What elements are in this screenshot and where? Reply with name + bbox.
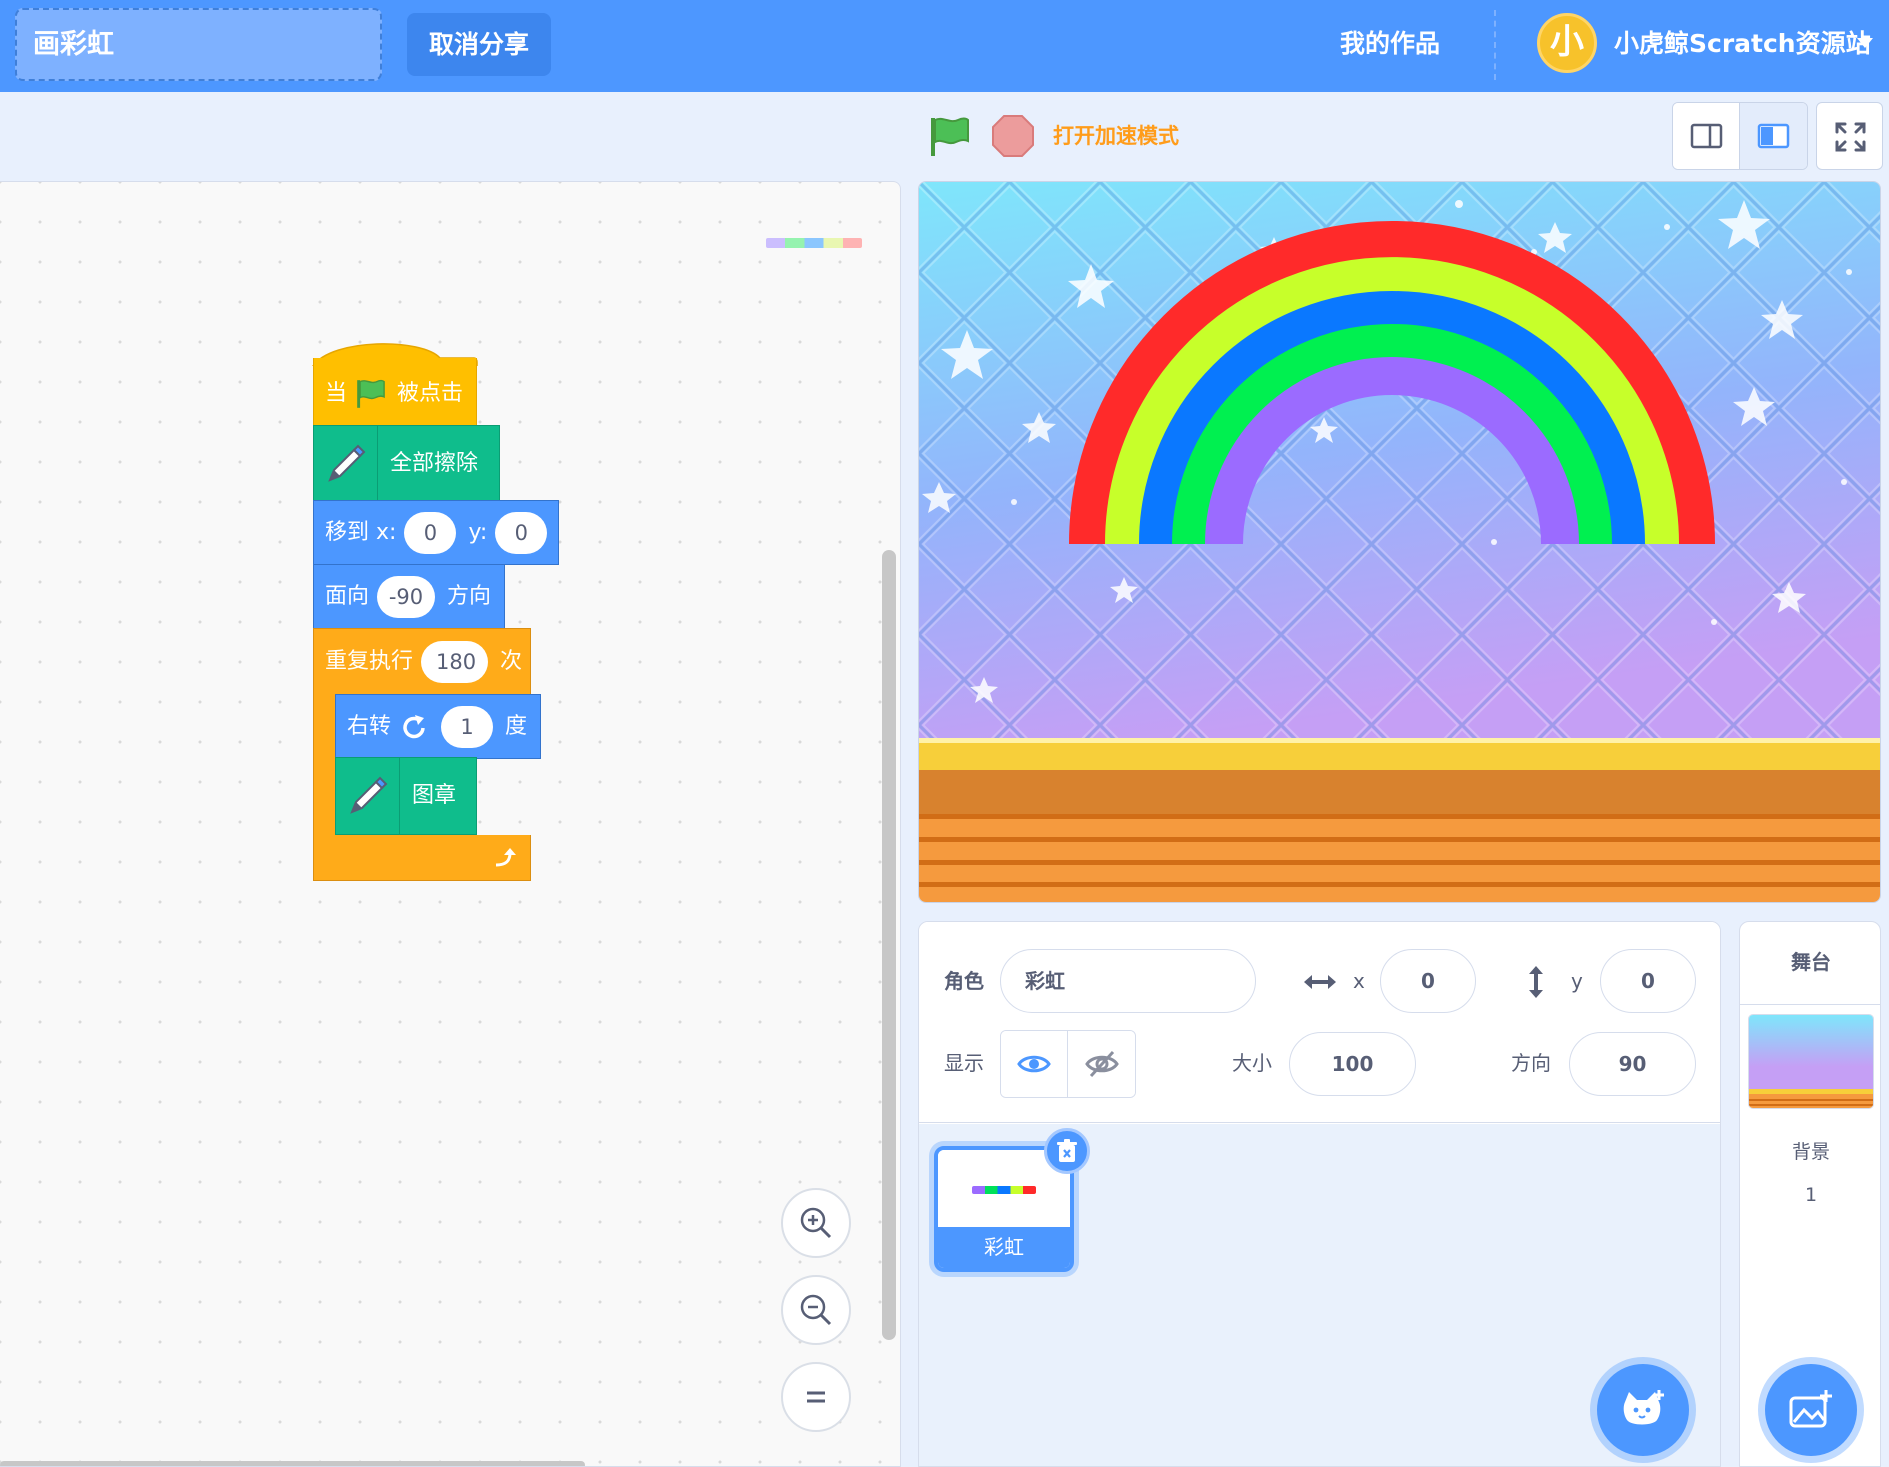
small-stage-button[interactable] [1673, 103, 1740, 169]
stage[interactable] [918, 181, 1881, 903]
repeat-block[interactable]: 重复执行 180 次 [313, 628, 531, 694]
stage-title[interactable]: 舞台 [1740, 922, 1880, 1005]
when-label: 当 [325, 380, 348, 406]
goto-y-input[interactable]: 0 [495, 511, 548, 554]
turn-right-block[interactable]: 右转 1 度 [335, 694, 541, 759]
fullscreen-button[interactable] [1816, 102, 1883, 170]
eye-icon [1017, 1055, 1051, 1073]
y-input[interactable]: 0 [1600, 949, 1696, 1013]
sprite-list: 彩虹 [919, 1124, 1720, 1466]
show-label: 显示 [944, 1051, 984, 1075]
chevron-down-icon[interactable] [1857, 38, 1873, 48]
visibility-toggle [1000, 1030, 1136, 1098]
avatar[interactable]: 小 [1537, 13, 1597, 73]
pen-icon [336, 758, 400, 834]
fullscreen-icon [1835, 122, 1866, 152]
backdrop-thumbnail[interactable] [1748, 1014, 1874, 1109]
erase-all-label: 全部擦除 [390, 451, 479, 476]
goto-xy-block[interactable]: 移到 x: 0 y: 0 [313, 500, 559, 565]
point-label: 面向 [325, 583, 370, 609]
stamp-label: 图章 [412, 783, 457, 808]
backdrop-label: 背景 [1791, 1141, 1830, 1163]
my-works-link[interactable]: 我的作品 [1340, 0, 1440, 92]
equals-icon [807, 1391, 825, 1403]
add-backdrop-button[interactable] [1765, 1364, 1857, 1456]
goto-label: 移到 x: [325, 519, 397, 545]
repeat-block-footer [313, 835, 531, 881]
menu-bar: 画彩虹 取消分享 我的作品 小 小虎鲸Scratch资源站 [0, 0, 1889, 92]
zoom-out-button[interactable] [781, 1275, 851, 1345]
goto-y-label: y: [468, 519, 488, 545]
horizontal-arrows-icon [1304, 975, 1336, 989]
clicked-label: 被点击 [397, 380, 464, 406]
direction-label: 方向 [1511, 1051, 1551, 1075]
stage-size-toggle [1672, 102, 1808, 170]
size-label: 大小 [1232, 1051, 1272, 1075]
direction-input[interactable]: 90 [1569, 1032, 1696, 1096]
zoom-in-button[interactable] [781, 1188, 851, 1258]
image-add-icon [1789, 1390, 1832, 1428]
repeat-label: 重复执行 [325, 648, 414, 674]
code-workspace[interactable]: 当 被点击 全部擦除 移到 x: 0 y: 0 面向 -90 方向 重复执行 1… [0, 181, 901, 1467]
trash-icon [1057, 1139, 1077, 1162]
direction-label: 方向 [447, 583, 492, 609]
delete-sprite-button[interactable] [1044, 1128, 1090, 1174]
large-stage-icon [1757, 123, 1790, 149]
point-direction-block[interactable]: 面向 -90 方向 [313, 564, 505, 629]
y-label: y [1571, 969, 1583, 993]
vertical-scrollbar[interactable] [882, 550, 896, 1340]
backdrop-count: 1 [1804, 1184, 1818, 1206]
project-title-input[interactable]: 画彩虹 [15, 8, 382, 81]
stage-canvas [919, 182, 1880, 902]
turbo-mode-link[interactable]: 打开加速模式 [1053, 118, 1179, 154]
times-label: 次 [499, 648, 522, 674]
degrees-label: 度 [505, 713, 528, 739]
hide-sprite-button[interactable] [1068, 1031, 1135, 1097]
green-flag-icon [357, 379, 385, 408]
repeat-block-arm [313, 693, 335, 848]
pen-icon [314, 426, 378, 502]
show-sprite-button[interactable] [1001, 1031, 1068, 1097]
cat-icon [1623, 1390, 1664, 1425]
size-input[interactable]: 100 [1289, 1032, 1416, 1096]
turn-label: 右转 [347, 713, 392, 739]
large-stage-button[interactable] [1740, 103, 1807, 169]
erase-all-block[interactable]: 全部擦除 [313, 425, 500, 503]
zoom-in-icon [800, 1207, 832, 1239]
zoom-reset-button[interactable] [781, 1362, 851, 1432]
sprite-tile-name: 彩虹 [938, 1227, 1070, 1268]
vertical-arrows-icon [1529, 966, 1543, 998]
sprite-name-input[interactable]: 彩虹 [1000, 949, 1256, 1013]
unshare-button[interactable]: 取消分享 [407, 13, 551, 76]
x-input[interactable]: 0 [1380, 949, 1476, 1013]
loop-arrow-icon [495, 847, 516, 866]
point-direction-input[interactable]: -90 [377, 575, 436, 618]
sprite-properties: 角色 彩虹 x 0 y 0 显示 大小 100 方向 90 [919, 922, 1720, 1123]
menu-divider [1494, 10, 1496, 80]
stop-icon[interactable] [991, 114, 1035, 158]
turn-degrees-input[interactable]: 1 [441, 705, 494, 748]
small-stage-icon [1690, 123, 1723, 149]
workspace-sprite-indicator [766, 238, 862, 248]
stamp-block[interactable]: 图章 [335, 757, 477, 835]
add-sprite-button[interactable] [1597, 1364, 1689, 1456]
sprite-label: 角色 [944, 969, 984, 993]
stage-target-panel: 舞台 背景 1 [1739, 921, 1881, 1467]
sprite-info-panel: 角色 彩虹 x 0 y 0 显示 大小 100 方向 90 彩虹 [918, 921, 1721, 1467]
rotate-right-icon [403, 714, 425, 738]
repeat-count-input[interactable]: 180 [421, 640, 488, 683]
x-label: x [1353, 969, 1365, 993]
green-flag-icon[interactable] [928, 115, 972, 159]
eye-hidden-icon [1084, 1050, 1119, 1078]
horizontal-scrollbar[interactable] [0, 1461, 585, 1466]
goto-x-input[interactable]: 0 [404, 511, 457, 554]
site-name-link[interactable]: 小虎鲸Scratch资源站 [1614, 0, 1871, 92]
zoom-out-icon [800, 1294, 832, 1326]
when-flag-clicked-block[interactable]: 当 被点击 [313, 358, 477, 430]
